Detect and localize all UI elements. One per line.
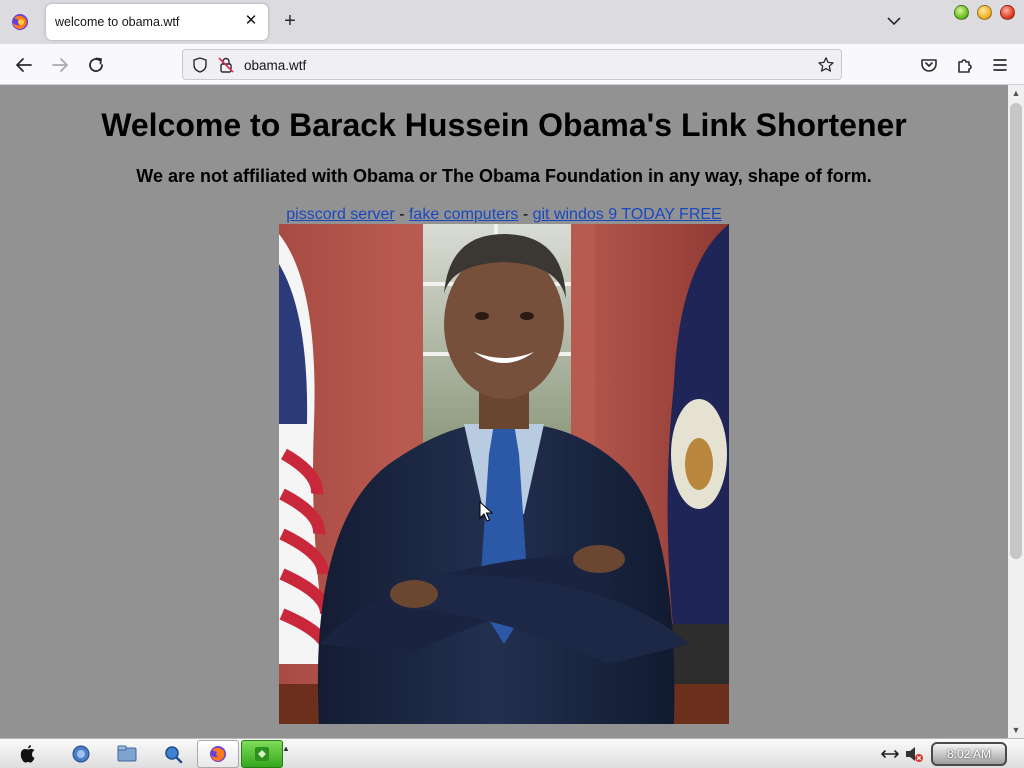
page-title: Welcome to Barack Hussein Obama's Link S… xyxy=(101,107,907,143)
vertical-scrollbar[interactable]: ▲ ▼ xyxy=(1008,85,1024,738)
extensions-icon[interactable] xyxy=(953,53,977,77)
apple-menu-icon[interactable] xyxy=(16,742,40,766)
tab-title: welcome to obama.wtf xyxy=(55,15,180,29)
firefox-icon xyxy=(210,746,226,762)
link-fake-computers[interactable]: fake computers xyxy=(409,206,518,223)
nav-bar: obama.wtf xyxy=(0,44,1024,85)
taskbar-active-app-button[interactable] xyxy=(241,740,283,768)
link-row: pisscord server - fake computers - git w… xyxy=(0,206,1008,224)
link-separator: - xyxy=(518,206,533,223)
tray-expand-arrow-icon[interactable]: ▲ xyxy=(282,744,290,753)
firefox-icon xyxy=(12,14,28,30)
address-bar[interactable]: obama.wtf xyxy=(182,49,842,80)
insecure-lock-icon[interactable] xyxy=(217,56,235,74)
taskbar-firefox-button[interactable] xyxy=(197,740,239,768)
network-icon[interactable] xyxy=(878,742,902,766)
mouse-cursor-icon xyxy=(479,501,493,522)
window-maximize-button[interactable] xyxy=(977,5,992,20)
forward-icon[interactable] xyxy=(48,53,72,77)
pocket-icon[interactable] xyxy=(917,53,941,77)
link-git-windos[interactable]: git windos 9 TODAY FREE xyxy=(533,206,722,223)
shield-icon[interactable] xyxy=(191,56,209,74)
scroll-down-arrow-icon[interactable]: ▼ xyxy=(1008,722,1024,738)
finder-icon[interactable] xyxy=(69,742,93,766)
taskbar: ▲ 8:02 AM xyxy=(0,738,1024,768)
page-subtitle: We are not affiliated with Obama or The … xyxy=(136,166,872,186)
new-tab-icon[interactable]: + xyxy=(279,10,301,32)
scroll-up-arrow-icon[interactable]: ▲ xyxy=(1008,85,1024,101)
link-pisscord-server[interactable]: pisscord server xyxy=(286,206,394,223)
back-icon[interactable] xyxy=(12,53,36,77)
chevron-down-icon[interactable] xyxy=(885,12,903,30)
url-text[interactable]: obama.wtf xyxy=(244,58,306,73)
close-tab-icon[interactable]: ✕ xyxy=(242,12,260,30)
window-minimize-button[interactable] xyxy=(954,5,969,20)
volume-muted-icon[interactable] xyxy=(902,742,926,766)
search-icon[interactable] xyxy=(161,742,185,766)
scroll-thumb[interactable] xyxy=(1010,103,1022,559)
reload-icon[interactable] xyxy=(84,53,108,77)
menu-icon[interactable] xyxy=(988,53,1012,77)
page-viewport: Welcome to Barack Hussein Obama's Link S… xyxy=(0,85,1008,738)
portrait-image xyxy=(279,224,729,724)
tab-active[interactable]: welcome to obama.wtf ✕ xyxy=(46,4,268,40)
file-manager-icon[interactable] xyxy=(115,742,139,766)
tab-bar: welcome to obama.wtf ✕ + xyxy=(0,0,1024,44)
taskbar-clock[interactable]: 8:02 AM xyxy=(931,742,1007,766)
app-icon xyxy=(255,747,269,761)
bookmark-star-icon[interactable] xyxy=(817,56,835,74)
window-close-button[interactable] xyxy=(1000,5,1015,20)
link-separator: - xyxy=(394,206,409,223)
